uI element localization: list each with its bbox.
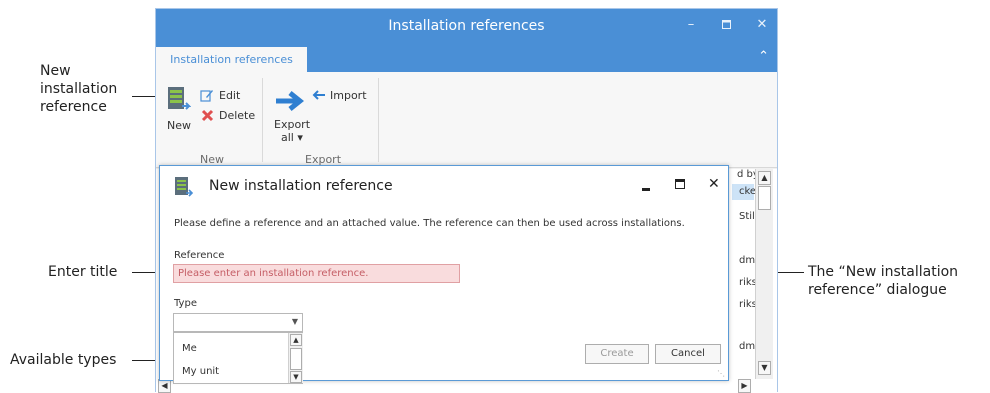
callout-enter-title: Enter title bbox=[48, 264, 118, 280]
callout-available-types: Available types bbox=[10, 352, 117, 368]
cancel-button[interactable]: Cancel bbox=[655, 344, 721, 364]
export-label-line-2: all ▾ bbox=[281, 131, 303, 144]
new-reference-icon bbox=[168, 87, 191, 110]
callout-dialog-line-1: The “New installation bbox=[808, 264, 959, 280]
import-arrow-icon bbox=[312, 90, 325, 100]
group-separator bbox=[262, 78, 263, 162]
export-label-line-1: Export bbox=[274, 118, 311, 131]
ribbon: New Edit Delete New Export all ▾ Import … bbox=[156, 72, 777, 168]
export-arrow-icon bbox=[276, 91, 304, 111]
delete-icon bbox=[201, 109, 214, 122]
new-installation-reference-dialog: New installation reference ✕ Please defi… bbox=[159, 165, 729, 384]
type-list-scrollbar[interactable]: ▲ ▼ bbox=[288, 333, 303, 383]
new-button-label: New bbox=[167, 119, 191, 132]
maximize-icon[interactable] bbox=[716, 15, 736, 35]
dialog-maximize-icon[interactable] bbox=[675, 179, 685, 189]
callout-dialog-line-2: reference” dialogue bbox=[808, 282, 947, 298]
chevron-up-icon[interactable]: ⌃ bbox=[758, 49, 769, 64]
delete-button[interactable]: Delete bbox=[200, 108, 260, 124]
type-dropdown[interactable]: ▼ bbox=[173, 313, 303, 332]
group-separator bbox=[378, 78, 379, 162]
close-icon[interactable]: ✕ bbox=[752, 15, 772, 35]
callout-dialog-description: The “New installation reference” dialogu… bbox=[808, 263, 958, 299]
type-option-me[interactable]: Me bbox=[182, 343, 197, 354]
scroll-down-icon[interactable]: ▼ bbox=[290, 371, 302, 383]
grid-cell: cke bbox=[739, 186, 757, 197]
edit-label: Edit bbox=[219, 89, 241, 102]
ribbon-tab-bar: Installation references ⌃ bbox=[156, 44, 777, 72]
scroll-left-icon[interactable]: ◀ bbox=[158, 379, 171, 393]
callout-new-reference-line-2: installation bbox=[40, 81, 118, 97]
export-all-button[interactable]: Export all ▾ bbox=[272, 90, 311, 150]
minimize-icon[interactable]: – bbox=[681, 15, 701, 35]
type-label: Type bbox=[174, 298, 197, 309]
dialog-reference-icon bbox=[175, 177, 194, 197]
resize-grip-icon[interactable]: ⋱ bbox=[717, 369, 725, 378]
type-option-my-unit[interactable]: My unit bbox=[182, 366, 219, 377]
scroll-thumb[interactable] bbox=[758, 186, 771, 210]
scroll-thumb[interactable] bbox=[290, 348, 302, 370]
new-button[interactable]: New bbox=[164, 86, 194, 132]
grid-vertical-scrollbar[interactable]: ▲ ▼ bbox=[755, 169, 773, 379]
import-button[interactable]: Import bbox=[312, 88, 372, 104]
chevron-down-icon[interactable]: ▼ bbox=[292, 317, 298, 326]
edit-button[interactable]: Edit bbox=[200, 88, 250, 104]
callout-new-reference: New installation reference bbox=[40, 62, 117, 116]
callout-new-reference-line-3: reference bbox=[40, 99, 107, 115]
delete-label: Delete bbox=[219, 109, 256, 122]
edit-icon bbox=[200, 90, 213, 102]
window-titlebar: Installation references – ✕ bbox=[156, 9, 777, 44]
scroll-right-icon[interactable]: ▶ bbox=[738, 379, 751, 393]
dialog-description: Please define a reference and an attache… bbox=[174, 218, 685, 229]
scroll-down-icon[interactable]: ▼ bbox=[758, 361, 771, 375]
dialog-title: New installation reference bbox=[209, 178, 393, 194]
dialog-minimize-icon[interactable] bbox=[642, 188, 650, 191]
create-button[interactable]: Create bbox=[585, 344, 649, 364]
type-options-list: Me My unit ▲ ▼ bbox=[173, 332, 303, 384]
reference-label: Reference bbox=[174, 250, 225, 261]
dialog-close-icon[interactable]: ✕ bbox=[708, 176, 720, 192]
tab-installation-references[interactable]: Installation references bbox=[156, 47, 307, 72]
scroll-up-icon[interactable]: ▲ bbox=[290, 334, 302, 346]
import-label: Import bbox=[330, 89, 367, 102]
scroll-up-icon[interactable]: ▲ bbox=[758, 171, 771, 185]
callout-new-reference-line-1: New bbox=[40, 63, 71, 79]
reference-input[interactable] bbox=[173, 264, 460, 283]
